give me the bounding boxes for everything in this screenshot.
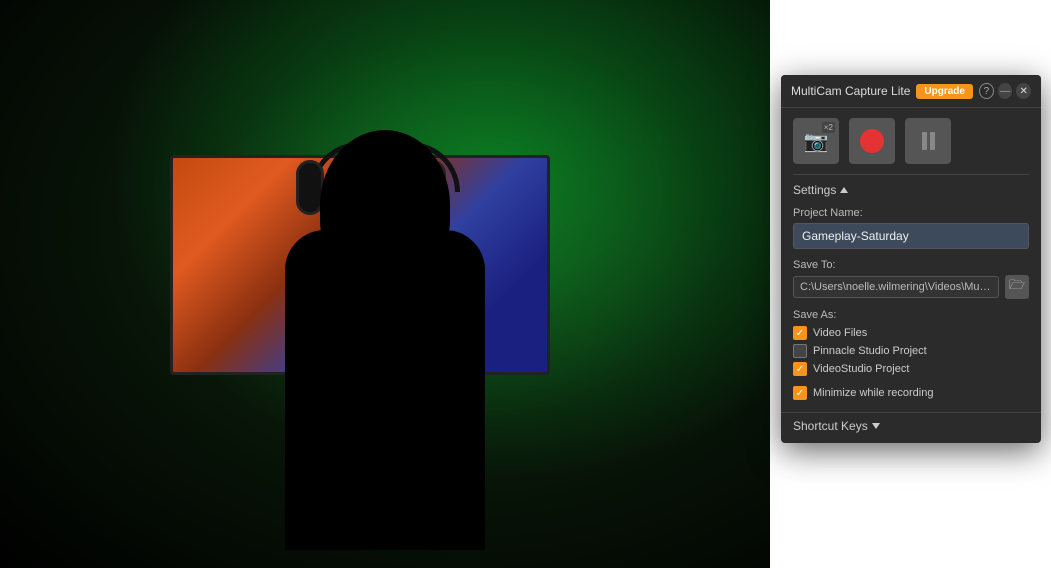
- minimize-window-button[interactable]: —: [998, 83, 1013, 99]
- save-path-display: C:\Users\noelle.wilmering\Videos\Multi..…: [793, 276, 999, 298]
- project-name-group: Project Name:: [793, 207, 1029, 249]
- camera-settings-button[interactable]: 📷 ×2: [793, 118, 839, 164]
- label-pinnacle: Pinnacle Studio Project: [813, 345, 927, 357]
- checkbox-pinnacle[interactable]: [793, 344, 807, 358]
- pause-button[interactable]: [905, 118, 951, 164]
- checkbox-row-videostudio: ✓ VideoStudio Project: [793, 362, 1029, 376]
- label-videostudio: VideoStudio Project: [813, 363, 909, 375]
- app-window: MultiCam Capture Lite Upgrade ? — ✕ 📷 ×2…: [781, 75, 1041, 443]
- shortcut-keys-section: Shortcut Keys: [781, 412, 1041, 443]
- close-icon: ✕: [1019, 86, 1027, 97]
- browse-folder-button[interactable]: 🗁: [1005, 275, 1029, 299]
- save-as-group: Save As: ✓ Video Files Pinnacle Studio P…: [793, 309, 1029, 376]
- person-silhouette: [200, 100, 570, 550]
- help-button[interactable]: ?: [979, 83, 994, 99]
- minimize-icon: —: [1000, 86, 1010, 97]
- save-to-label: Save To:: [793, 259, 1029, 271]
- checkbox-row-video-files: ✓ Video Files: [793, 326, 1029, 340]
- minimize-while-recording-row: ✓ Minimize while recording: [793, 386, 1029, 400]
- settings-header-text: Settings: [793, 183, 836, 197]
- toolbar: 📷 ×2: [781, 108, 1041, 174]
- checkbox-minimize-recording[interactable]: ✓: [793, 386, 807, 400]
- project-name-label: Project Name:: [793, 207, 1029, 219]
- record-icon: [860, 129, 884, 153]
- checkbox-video-files[interactable]: ✓: [793, 326, 807, 340]
- checkbox-videostudio[interactable]: ✓: [793, 362, 807, 376]
- label-minimize-recording: Minimize while recording: [813, 387, 933, 399]
- shortcut-expand-icon: [872, 423, 880, 429]
- app-title: MultiCam Capture Lite: [791, 84, 910, 98]
- settings-section: Settings Project Name: Save To: C:\Users…: [781, 175, 1041, 408]
- background-photo: [0, 0, 770, 568]
- title-bar: MultiCam Capture Lite Upgrade ? — ✕: [781, 75, 1041, 108]
- checkbox-row-pinnacle: Pinnacle Studio Project: [793, 344, 1029, 358]
- settings-collapse-icon: [840, 187, 848, 193]
- project-name-input[interactable]: [793, 223, 1029, 249]
- save-as-label: Save As:: [793, 309, 1029, 321]
- record-button[interactable]: [849, 118, 895, 164]
- save-to-group: Save To: C:\Users\noelle.wilmering\Video…: [793, 259, 1029, 299]
- silhouette-body: [285, 230, 485, 550]
- pause-icon: [922, 132, 935, 150]
- camera-count-badge: ×2: [822, 122, 835, 133]
- label-video-files: Video Files: [813, 327, 867, 339]
- folder-icon: 🗁: [1009, 276, 1025, 298]
- upgrade-button[interactable]: Upgrade: [916, 84, 973, 99]
- close-button[interactable]: ✕: [1016, 83, 1031, 99]
- settings-header[interactable]: Settings: [793, 183, 1029, 197]
- shortcut-keys-label: Shortcut Keys: [793, 419, 868, 433]
- shortcut-keys-row[interactable]: Shortcut Keys: [793, 419, 1029, 433]
- save-to-row: C:\Users\noelle.wilmering\Videos\Multi..…: [793, 275, 1029, 299]
